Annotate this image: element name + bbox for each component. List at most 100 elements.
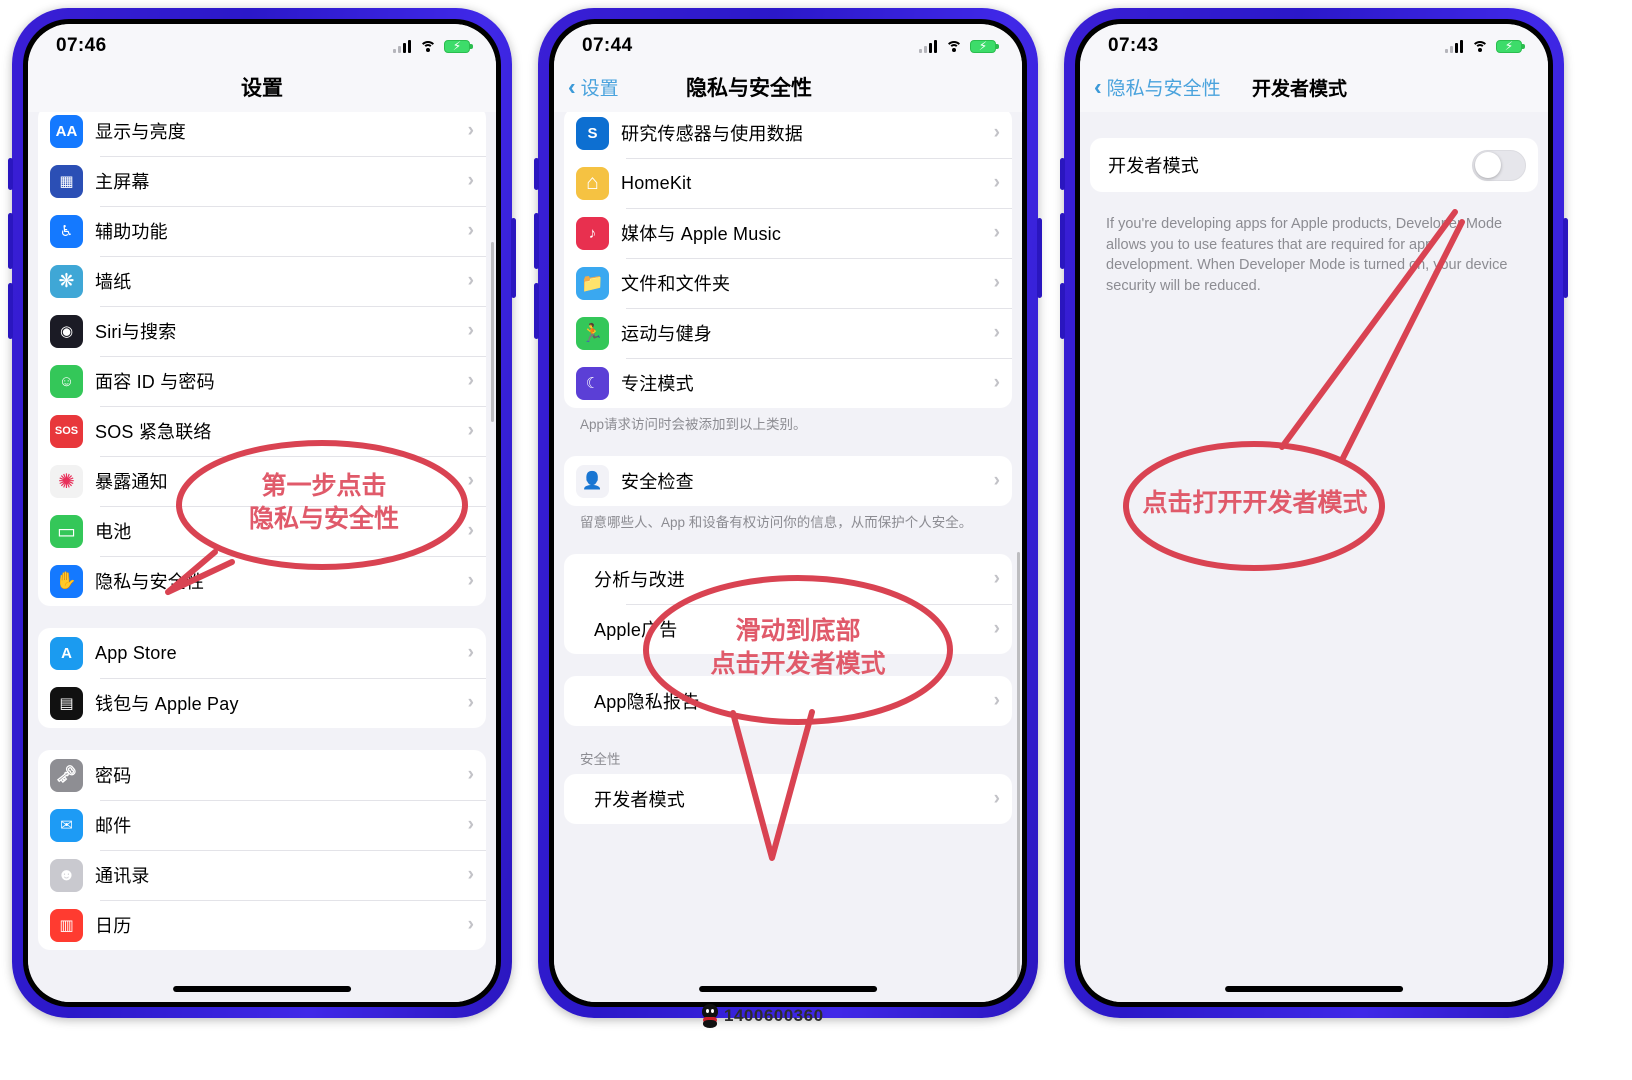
home-indicator[interactable] [1225, 986, 1403, 992]
apple-music-icon: ♪ [576, 216, 609, 250]
volume-up-button[interactable] [8, 213, 13, 269]
section-header: 安全性 [580, 752, 621, 768]
signal-bars-icon [392, 39, 411, 53]
list-item-label: HomeKit [621, 172, 692, 193]
power-button[interactable] [1037, 218, 1042, 298]
face-id-icon: ☺ [50, 364, 83, 398]
list-item-label: 安全检查 [621, 472, 694, 493]
list-item[interactable]: ▭ 电池 › [38, 506, 486, 556]
developer-mode-toggle-row[interactable]: 开发者模式 [1090, 138, 1538, 192]
privacy-list[interactable]: S 研究传感器与使用数据 › ⌂ HomeKit › ♪ 媒体与 Apple Music › 📁 文… [554, 112, 1022, 1002]
siri-icon: ◉ [50, 314, 83, 348]
wifi-icon [945, 40, 962, 53]
power-button[interactable] [1563, 218, 1568, 298]
list-item[interactable]: AA 显示与亮度 › [38, 112, 486, 156]
chevron-right-icon: › [467, 642, 474, 663]
wallpaper-icon: ❋ [50, 264, 83, 298]
passwords-key-icon: 🗝 [50, 758, 83, 792]
list-item-label: Siri与搜索 [95, 322, 177, 342]
watermark: 1400600360 [700, 1004, 824, 1028]
list-item[interactable]: ◉ Siri与搜索 › [38, 306, 486, 356]
list-item-label: 通讯录 [95, 866, 150, 886]
chevron-right-icon: › [993, 568, 1000, 590]
list-item[interactable]: ✺ 暴露通知 › [38, 456, 486, 506]
volume-up-button[interactable] [534, 213, 539, 269]
mute-switch[interactable] [1060, 158, 1065, 190]
group-footnote: 留意哪些人、App 和设备有权访问你的信息，从而保护个人安全。 [580, 515, 973, 531]
list-item-label: 密码 [95, 766, 132, 786]
nav-bar: ‹ 设置 隐私与安全性 [554, 62, 1022, 112]
list-item[interactable]: ♿ 辅助功能 › [38, 206, 486, 256]
back-button[interactable]: ‹ 设置 [568, 74, 619, 101]
chevron-right-icon: › [467, 120, 474, 141]
chevron-right-icon: › [993, 788, 1000, 810]
list-item[interactable]: ⌂ HomeKit › [564, 158, 1012, 208]
volume-down-button[interactable] [534, 283, 539, 339]
list-item-label: 媒体与 Apple Music [621, 224, 782, 244]
status-indicators: ⚡ [1444, 39, 1525, 53]
list-item[interactable]: 👤 安全检查 › [564, 456, 1012, 506]
list-item[interactable]: ▤ 钱包与 Apple Pay › [38, 678, 486, 728]
list-item[interactable]: ✉ 邮件 › [38, 800, 486, 850]
page-title: 开发者模式 [1252, 78, 1348, 100]
list-item-label: 分析与改进 [594, 570, 685, 591]
screenshot-stage: 07:46 ⚡ 设置 AA 显示与亮度 › ▦ 主屏幕 › ♿ 辅助功能 › ❋ 墙纸 › ◉ Siri与… [0, 0, 1632, 1080]
list-item-label: 研究传感器与使用数据 [621, 124, 803, 144]
settings-list[interactable]: AA 显示与亮度 › ▦ 主屏幕 › ♿ 辅助功能 › ❋ 墙纸 › ◉ Siri与搜索 › ☺ 面容 ID 与… [28, 112, 496, 1002]
list-item[interactable]: A App Store › [38, 628, 486, 678]
back-button-label: 隐私与安全性 [1106, 78, 1221, 100]
list-group: A App Store › ▤ 钱包与 Apple Pay › [38, 628, 486, 728]
chevron-right-icon: › [993, 470, 1000, 492]
back-button[interactable]: ‹ 隐私与安全性 [1094, 74, 1221, 101]
list-item[interactable]: 开发者模式 › [564, 774, 1012, 824]
list-scroll-content: S 研究传感器与使用数据 › ⌂ HomeKit › ♪ 媒体与 Apple Music › 📁 文… [554, 112, 1022, 825]
power-button[interactable] [511, 218, 516, 298]
list-item[interactable]: ▥ 日历 › [38, 900, 486, 950]
list-item-label: 文件和文件夹 [621, 274, 731, 294]
chevron-right-icon: › [993, 618, 1000, 640]
volume-down-button[interactable] [1060, 283, 1065, 339]
list-item[interactable]: App隐私报告 › [564, 676, 1012, 726]
page-title: 隐私与安全性 [686, 77, 812, 100]
mute-switch[interactable] [8, 158, 13, 190]
list-group: 开发者模式 › [564, 774, 1012, 825]
scroll-indicator[interactable] [491, 242, 494, 422]
list-item[interactable]: ✋ 隐私与安全性 › [38, 556, 486, 606]
toggle-knob [1475, 152, 1501, 178]
phone-screen-privacy: 07:44 ⚡ ‹ 设置 隐私与安全性 S 研究传感器与使用数据 › ⌂ Hom… [554, 24, 1022, 1002]
list-item[interactable]: ▦ 主屏幕 › [38, 156, 486, 206]
calendar-icon: ▥ [50, 908, 83, 942]
list-item[interactable]: S 研究传感器与使用数据 › [564, 112, 1012, 158]
list-item-label: 隐私与安全性 [95, 572, 205, 592]
developer-mode-description: If you're developing apps for Apple prod… [1106, 216, 1508, 294]
home-indicator[interactable] [173, 986, 351, 992]
list-item-label: App Store [95, 642, 177, 663]
chevron-right-icon: › [467, 270, 474, 291]
chevron-left-icon: ‹ [568, 73, 576, 100]
chevron-right-icon: › [993, 372, 1000, 393]
list-item[interactable]: 📁 文件和文件夹 › [564, 258, 1012, 308]
list-item[interactable]: 🏃 运动与健身 › [564, 308, 1012, 358]
list-item-label: 日历 [95, 916, 132, 936]
developer-mode-toggle[interactable] [1472, 149, 1526, 181]
sos-icon: SOS [50, 414, 83, 448]
list-item[interactable]: ☻ 通讯录 › [38, 850, 486, 900]
accessibility-icon: ♿ [50, 214, 83, 248]
list-item[interactable]: ☺ 面容 ID 与密码 › [38, 356, 486, 406]
list-item[interactable]: ❋ 墙纸 › [38, 256, 486, 306]
list-item[interactable]: ♪ 媒体与 Apple Music › [564, 208, 1012, 258]
list-item[interactable]: 分析与改进 › [564, 554, 1012, 604]
list-item[interactable]: 🗝 密码 › [38, 750, 486, 800]
list-item[interactable]: SOS SOS 紧急联络 › [38, 406, 486, 456]
mute-switch[interactable] [534, 158, 539, 190]
list-item[interactable]: Apple广告 › [564, 604, 1012, 654]
home-indicator[interactable] [699, 986, 877, 992]
list-item[interactable]: ☾ 专注模式 › [564, 358, 1012, 408]
chevron-right-icon: › [467, 320, 474, 341]
volume-up-button[interactable] [1060, 213, 1065, 269]
list-item-label: 专注模式 [621, 374, 694, 394]
scroll-indicator[interactable] [1017, 552, 1020, 1002]
homekit-icon: ⌂ [576, 166, 609, 200]
volume-down-button[interactable] [8, 283, 13, 339]
app-store-icon: A [50, 636, 83, 670]
